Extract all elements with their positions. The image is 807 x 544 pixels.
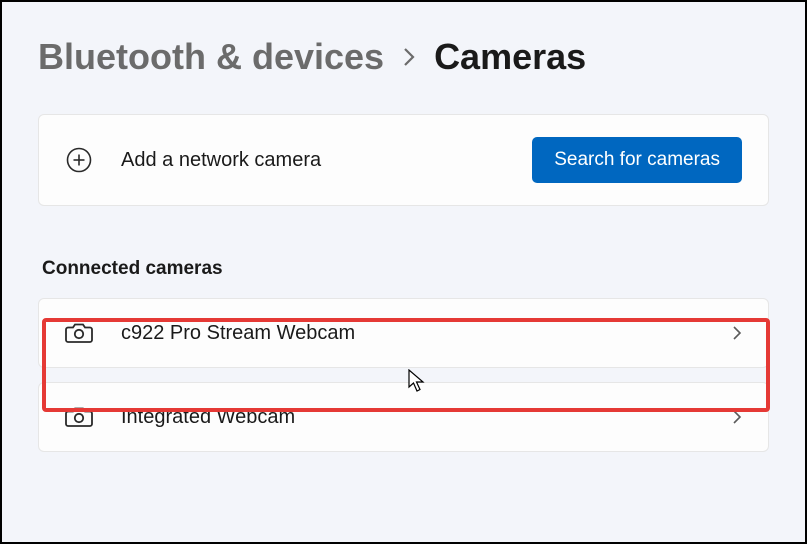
section-header-connected-cameras: Connected cameras [38,258,769,280]
camera-icon [65,321,93,345]
device-label: Integrated Webcam [121,406,732,429]
plus-circle-icon [65,147,93,173]
search-for-cameras-button[interactable]: Search for cameras [532,137,742,183]
chevron-right-icon [732,409,742,425]
device-item-c922[interactable]: c922 Pro Stream Webcam [38,298,769,368]
breadcrumb-parent[interactable]: Bluetooth & devices [38,36,384,78]
breadcrumb: Bluetooth & devices Cameras [38,36,769,78]
add-network-camera-label: Add a network camera [121,149,532,172]
device-label: c922 Pro Stream Webcam [121,322,732,345]
add-network-camera-card: Add a network camera Search for cameras [38,114,769,206]
camera-icon [65,405,93,429]
chevron-right-icon [402,46,416,68]
chevron-right-icon [732,325,742,341]
breadcrumb-current: Cameras [434,36,586,78]
device-item-integrated[interactable]: Integrated Webcam [38,382,769,452]
